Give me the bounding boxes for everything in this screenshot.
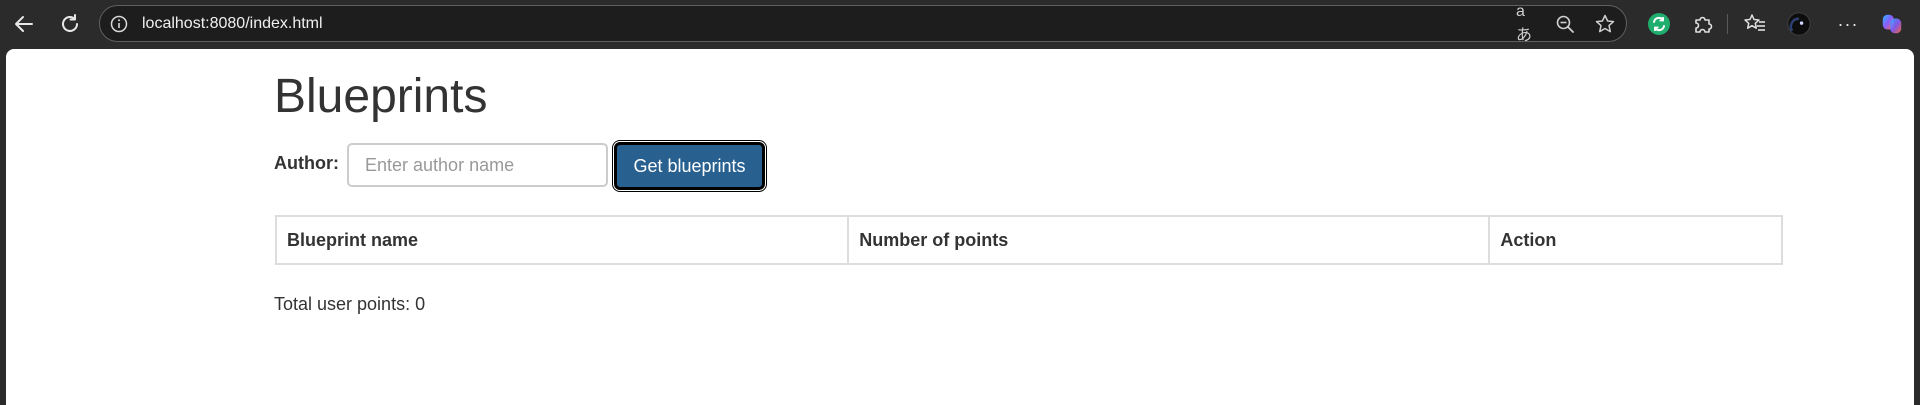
column-header-number-of-points: Number of points: [847, 215, 1491, 265]
puzzle-icon[interactable]: [1691, 12, 1715, 36]
extension-icon[interactable]: [1647, 12, 1671, 36]
url-text[interactable]: localhost:8080/index.html: [142, 15, 323, 33]
reload-button[interactable]: [54, 8, 86, 40]
page-viewport: Blueprints Author: Get blueprints Bluepr…: [6, 49, 1914, 405]
page-title: Blueprints: [274, 70, 488, 123]
author-label: Author:: [274, 153, 339, 173]
reload-icon: [62, 14, 78, 32]
total-points-label: Total user points:: [274, 294, 411, 314]
read-aloud-icon[interactable]: aあ: [1516, 3, 1538, 44]
column-header-action: Action: [1488, 215, 1783, 265]
browser-toolbar: localhost:8080/index.html aあ ···: [0, 0, 1920, 48]
copilot-icon[interactable]: [1880, 12, 1904, 36]
blueprints-table: Blueprint name Number of points Action: [274, 215, 1783, 265]
table-header-row: Blueprint name Number of points Action: [274, 215, 1783, 265]
star-icon[interactable]: [1594, 13, 1616, 35]
get-blueprints-button[interactable]: Get blueprints: [614, 142, 765, 190]
profile-avatar[interactable]: [1787, 12, 1811, 36]
info-icon[interactable]: [110, 15, 128, 38]
toolbar-divider: [1727, 14, 1728, 34]
back-button[interactable]: [8, 8, 40, 40]
address-bar[interactable]: localhost:8080/index.html aあ: [99, 3, 1627, 44]
back-arrow-icon: [15, 16, 33, 32]
zoom-out-icon[interactable]: [1554, 13, 1576, 35]
total-user-points: Total user points: 0: [274, 294, 425, 315]
more-icon[interactable]: ···: [1836, 12, 1860, 36]
total-points-value: 0: [415, 294, 426, 314]
column-header-blueprint-name: Blueprint name: [274, 215, 850, 265]
author-input[interactable]: [347, 143, 608, 187]
favorites-icon[interactable]: [1743, 12, 1767, 36]
